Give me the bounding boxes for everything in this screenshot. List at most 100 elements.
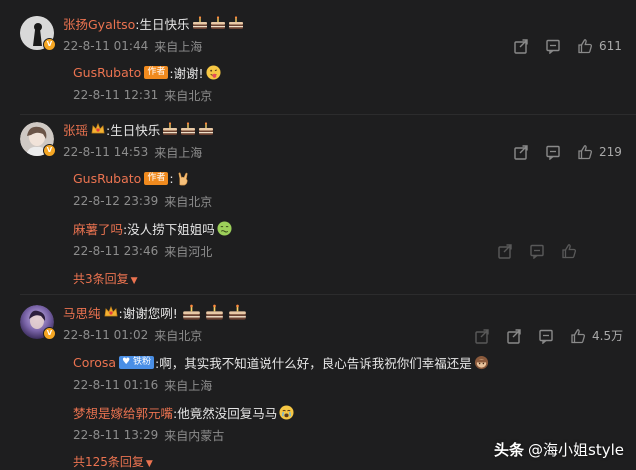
cake-emoji-icon [192, 16, 207, 29]
monkey-emoji-icon [474, 355, 488, 369]
like-icon[interactable] [570, 328, 586, 344]
comment-actions: 4.5万 [474, 327, 623, 344]
reply-location: 来自河北 [164, 244, 213, 259]
share-icon[interactable] [506, 328, 522, 344]
cake-emoji-icon [181, 122, 196, 135]
vip-crown-icon [104, 306, 118, 317]
comment-actions: 611 [513, 38, 622, 54]
author-badge: 作者 [144, 171, 169, 185]
comment-meta: 22-8-11 01:02 来自北京 [63, 325, 202, 345]
reply-text: :他竟然没回复马马 [173, 405, 278, 421]
more-replies-label: 共125条回复 [73, 455, 144, 469]
more-replies-link[interactable]: 共3条回复 ▼ [73, 270, 138, 287]
comment-icon[interactable] [538, 328, 554, 344]
like-icon[interactable] [577, 144, 593, 160]
reply-author[interactable]: GusRubato [73, 65, 141, 80]
reply-meta: 22-8-12 23:39 来自北京 [73, 191, 212, 211]
reply-text: :啊，其实我不知道说什么好，良心告诉我祝你们幸福还是 [155, 355, 472, 371]
reply-author[interactable]: GusRubato [73, 171, 141, 186]
reply-line: GusRubato 作者 :谢谢! [73, 62, 221, 82]
like-count: 4.5万 [592, 329, 624, 343]
verified-badge-icon: V [43, 144, 56, 157]
comment-location: 来自上海 [154, 145, 203, 160]
verified-badge-icon: V [43, 327, 56, 340]
cake-emoji-icon [199, 122, 214, 135]
reply-date: 22-8-12 23:39 [73, 194, 159, 208]
watermark: 头条 @海小姐style [494, 439, 624, 460]
comment-date: 22-8-11 01:44 [63, 39, 149, 53]
more-replies-label: 共3条回复 [73, 272, 129, 286]
comment-icon[interactable] [529, 243, 545, 259]
caret-down-icon: ▼ [145, 459, 153, 469]
divider [20, 114, 636, 115]
comment-date: 22-8-11 01:02 [63, 328, 149, 342]
reply-date: 22-8-11 01:16 [73, 378, 159, 392]
share-icon[interactable] [513, 144, 529, 160]
reply-actions [497, 243, 577, 259]
caret-down-icon: ▼ [130, 276, 138, 286]
share-icon[interactable] [513, 38, 529, 54]
reply-line: 麻薯了吗 :没人捞下姐姐吗 [73, 218, 232, 238]
comment-author[interactable]: 张瑶 [63, 120, 88, 139]
comment-text: :生日快乐 [135, 16, 190, 32]
vip-crown-icon [91, 123, 105, 134]
comment-meta: 22-8-11 01:44 来自上海 [63, 36, 202, 56]
comment-thread: V 张扬Gyaltso :生日快乐 22-8-11 01:44 来自上海 611… [0, 0, 636, 470]
fan-badge-label: 铁粉 [133, 356, 152, 367]
cake-emoji-icon [228, 304, 246, 320]
reply-line: GusRubato 作者 : [73, 168, 191, 188]
reply-location: 来自北京 [164, 194, 213, 209]
author-badge: 作者 [144, 65, 169, 79]
cake-emoji-icon [228, 16, 243, 29]
rock-hand-emoji-icon [178, 172, 188, 185]
share-icon[interactable] [474, 328, 490, 344]
watermark-brand: 头条 [494, 441, 525, 459]
reply-text: :没人捞下姐姐吗 [123, 221, 215, 237]
comment-author[interactable]: 张扬Gyaltso [63, 14, 135, 33]
reply-author[interactable]: 麻薯了吗 [73, 219, 123, 238]
comment-author[interactable]: 马思纯 [63, 303, 101, 322]
cake-emoji-icon [163, 122, 178, 135]
reply-meta: 22-8-11 13:29 来自内蒙古 [73, 425, 224, 445]
reply-date: 22-8-11 12:31 [73, 88, 159, 102]
share-icon[interactable] [497, 243, 513, 259]
tongue-emoji-icon [206, 64, 221, 80]
like-count: 219 [599, 145, 622, 159]
comment-icon[interactable] [545, 144, 561, 160]
comment-location: 来自北京 [154, 328, 203, 343]
more-replies-link[interactable]: 共125条回复 ▼ [73, 453, 153, 470]
reply-author[interactable]: Corosa [73, 355, 116, 370]
comment-line: 马思纯 :谢谢您咧! [63, 302, 247, 322]
comment-text: :生日快乐 [106, 122, 161, 138]
reply-author[interactable]: 梦想是嫁给郭元嘴 [73, 403, 173, 422]
watermark-handle: @海小姐style [528, 441, 624, 459]
reply-location: 来自北京 [164, 88, 213, 103]
reply-meta: 22-8-11 23:46 来自河北 [73, 241, 212, 261]
comment-line: 张瑶 :生日快乐 [63, 119, 214, 139]
like-icon[interactable] [577, 38, 593, 54]
reply-location: 来自上海 [164, 378, 213, 393]
reply-text: : [169, 170, 174, 186]
cake-emoji-icon [182, 304, 200, 320]
comment-actions: 219 [513, 144, 622, 160]
comment-line: 张扬Gyaltso :生日快乐 [63, 13, 244, 33]
reply-meta: 22-8-11 12:31 来自北京 [73, 85, 212, 105]
reply-location: 来自内蒙古 [164, 428, 225, 443]
verified-badge-icon: V [43, 38, 56, 51]
comment-date: 22-8-11 14:53 [63, 145, 149, 159]
like-icon[interactable] [561, 243, 577, 259]
heart-icon: ♥ [122, 356, 131, 367]
reply-date: 22-8-11 13:29 [73, 428, 159, 442]
fan-badge: ♥ 铁粉 [119, 355, 155, 369]
comment-meta: 22-8-11 14:53 来自上海 [63, 142, 202, 162]
comment-text: :谢谢您咧! [118, 305, 178, 321]
reply-meta: 22-8-11 01:16 来自上海 [73, 375, 212, 395]
divider [20, 294, 636, 295]
reply-line: 梦想是嫁给郭元嘴 :他竟然没回复马马 [73, 402, 294, 422]
cake-emoji-icon [205, 304, 223, 320]
reply-text: :谢谢! [169, 65, 204, 81]
comment-icon[interactable] [545, 38, 561, 54]
cake-emoji-icon [210, 16, 225, 29]
reply-date: 22-8-11 23:46 [73, 244, 159, 258]
reply-line: Corosa ♥ 铁粉 :啊，其实我不知道说什么好，良心告诉我祝你们幸福还是 [73, 352, 489, 372]
